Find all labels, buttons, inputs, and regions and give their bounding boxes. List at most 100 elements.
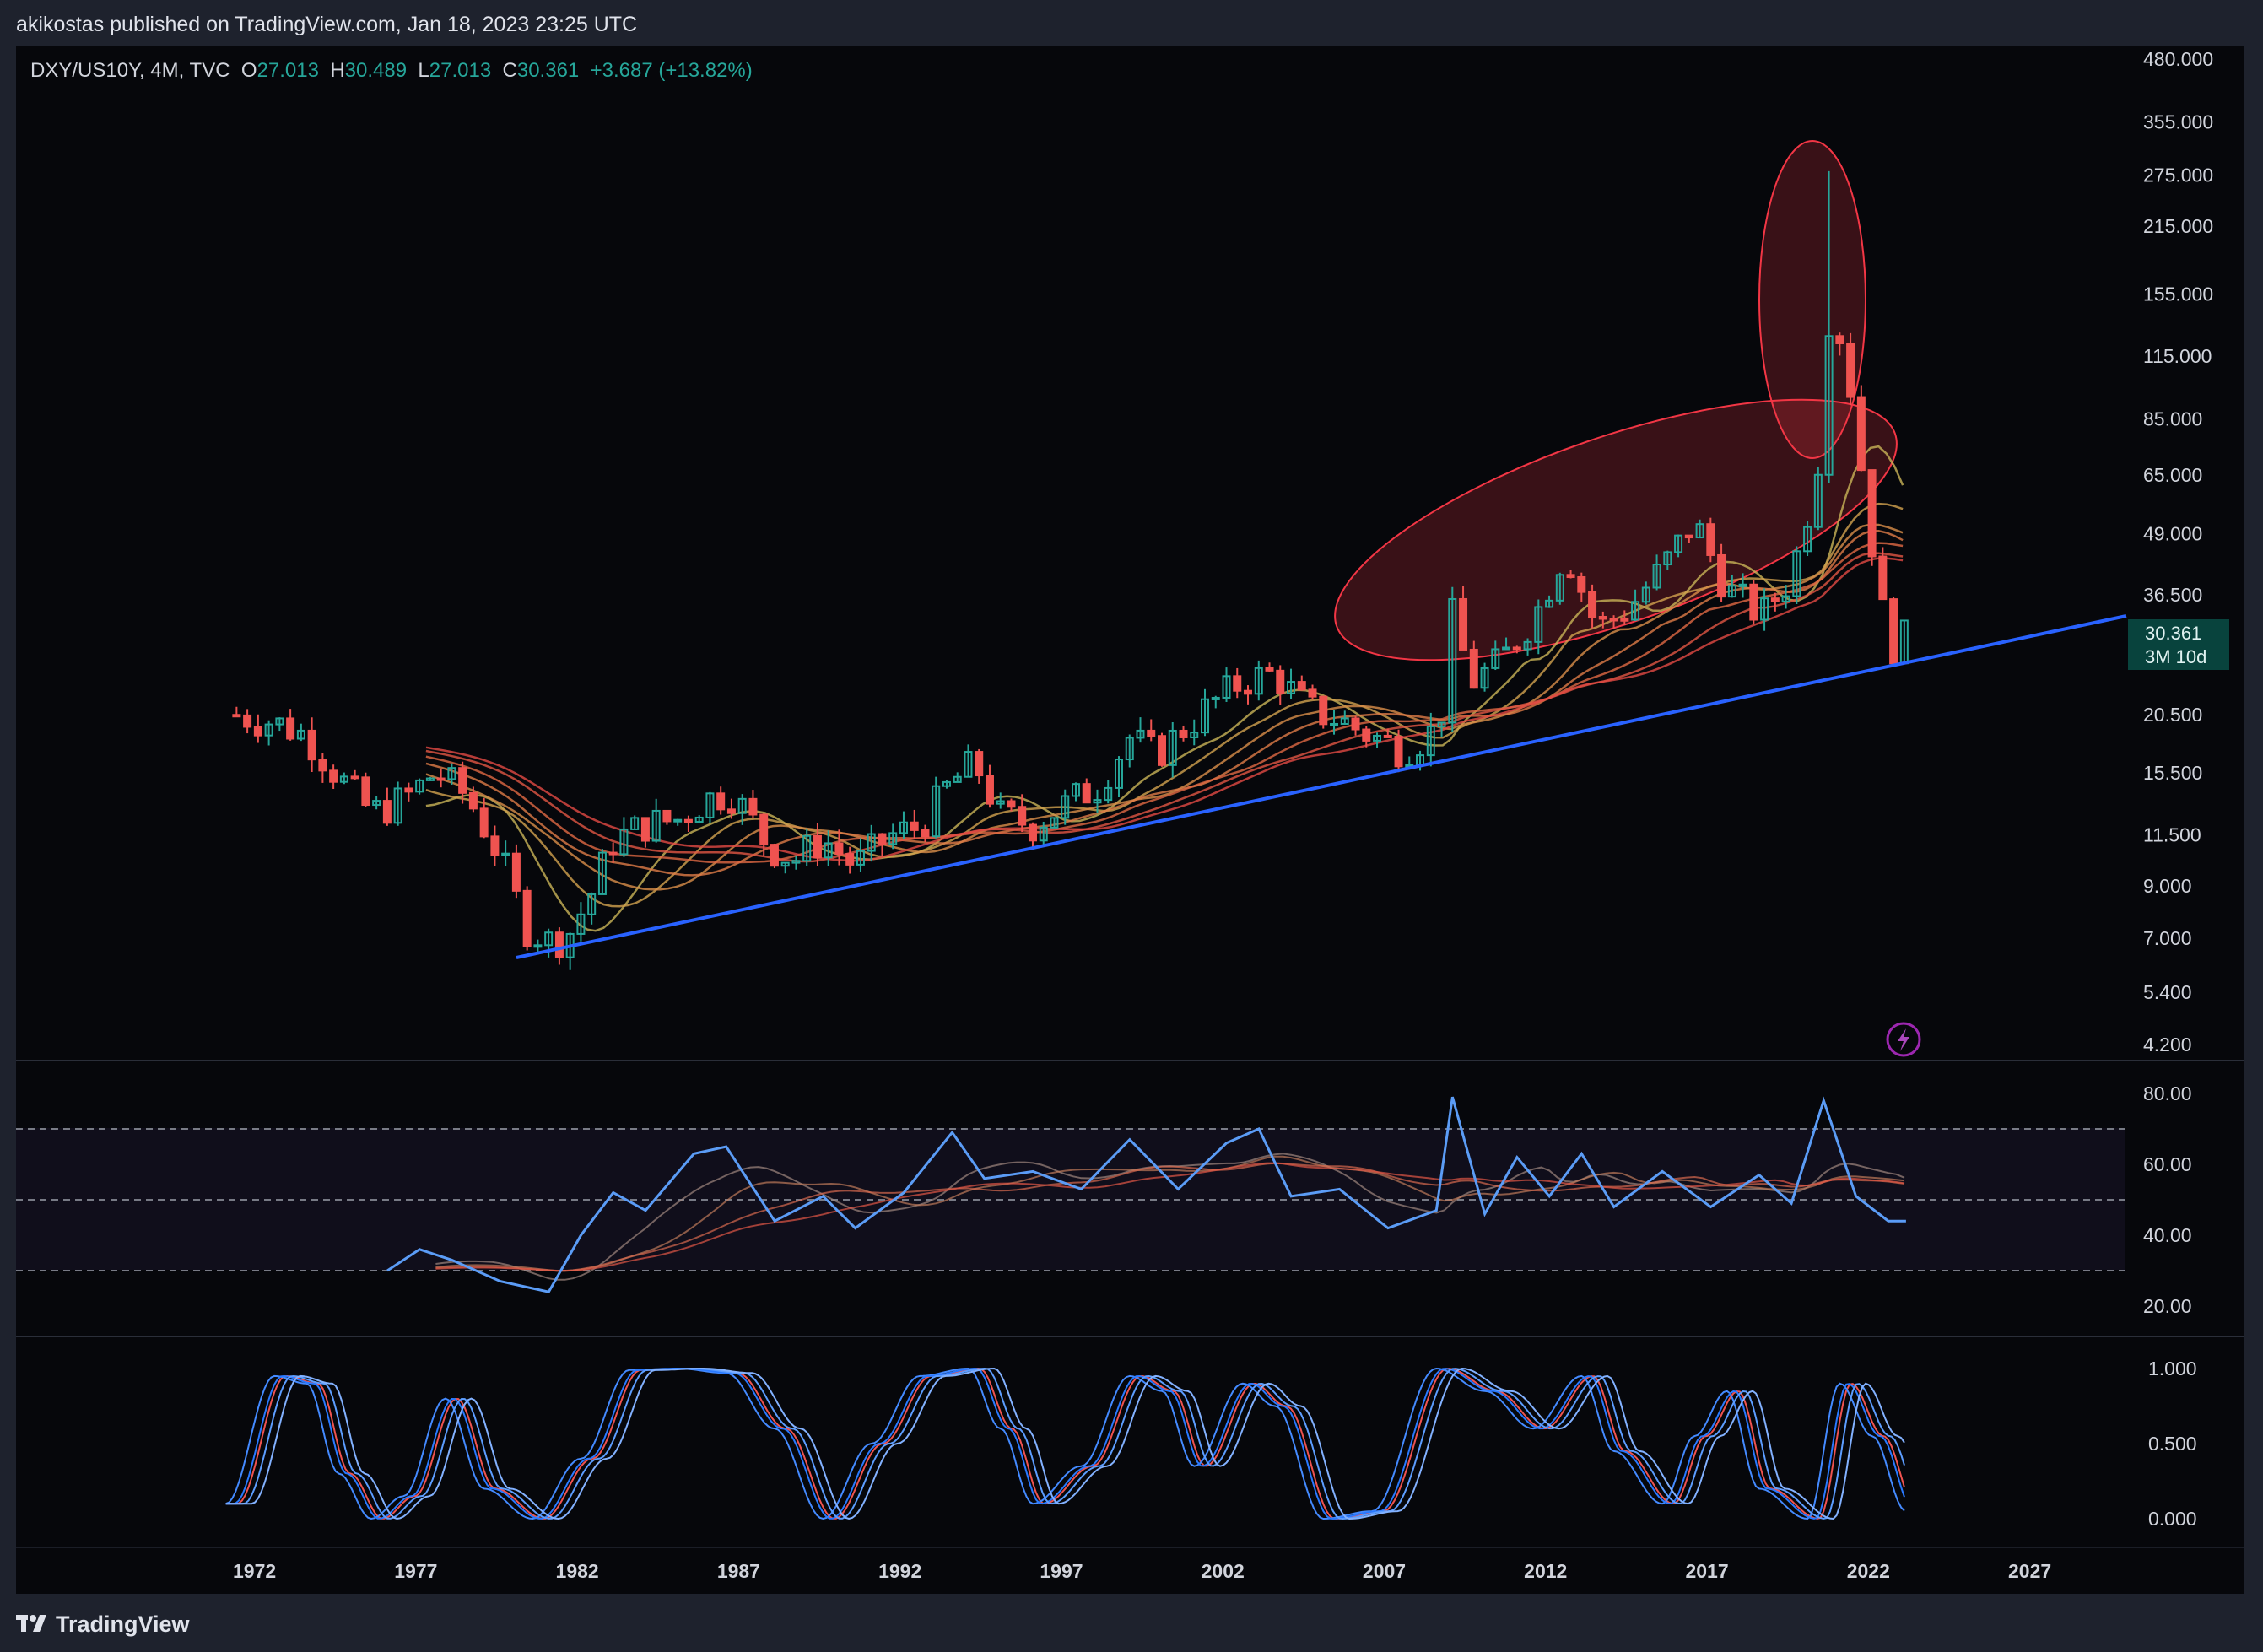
candle-body[interactable] xyxy=(845,853,855,866)
stochastic-panel[interactable] xyxy=(225,1367,1905,1520)
candle-body[interactable] xyxy=(813,834,822,859)
candle-body[interactable] xyxy=(975,751,984,777)
candle-body[interactable] xyxy=(436,777,446,781)
price-badge-countdown: 3M 10d xyxy=(2145,646,2206,667)
candle-body[interactable] xyxy=(683,818,693,823)
candle-body[interactable] xyxy=(1609,618,1618,622)
candle-body[interactable] xyxy=(1362,728,1371,742)
candle-body[interactable] xyxy=(1330,722,1339,726)
candle-body[interactable] xyxy=(1835,335,1844,344)
candle-body[interactable] xyxy=(1276,669,1285,694)
candle-body[interactable] xyxy=(1265,667,1274,672)
candle-body[interactable] xyxy=(1233,675,1242,692)
candle-body[interactable] xyxy=(1007,800,1016,808)
candle-body[interactable] xyxy=(1566,574,1575,578)
candle-body[interactable] xyxy=(1211,696,1220,700)
candle-body[interactable] xyxy=(1749,583,1758,621)
candle-body[interactable] xyxy=(404,787,413,793)
candle-body[interactable] xyxy=(501,852,510,856)
candle-body[interactable] xyxy=(554,931,564,958)
candle-body[interactable] xyxy=(1878,555,1888,601)
candle-body[interactable] xyxy=(985,775,994,805)
footer-bar xyxy=(0,1595,2263,1652)
candle-body[interactable] xyxy=(1512,646,1521,651)
candle-body[interactable] xyxy=(1598,616,1607,620)
candle-body[interactable] xyxy=(382,800,392,824)
candle-body[interactable] xyxy=(673,818,683,823)
candle-body[interactable] xyxy=(1770,597,1780,602)
candle-body[interactable] xyxy=(1319,695,1328,726)
rsi-axis[interactable]: 80.00 60.00 40.00 20.00 xyxy=(2143,1082,2192,1317)
candle-body[interactable] xyxy=(1308,688,1317,698)
candle-body[interactable] xyxy=(253,726,262,737)
candle-body[interactable] xyxy=(1394,736,1403,768)
candle-body[interactable] xyxy=(662,809,672,823)
candle-body[interactable] xyxy=(1383,734,1392,738)
candle-body[interactable] xyxy=(1856,396,1866,472)
candle-body[interactable] xyxy=(1351,717,1360,731)
candle-body[interactable] xyxy=(307,729,316,761)
candles[interactable] xyxy=(232,170,1909,970)
price-axis[interactable]: 480.000 355.000 275.000 215.000 155.000 115.0… xyxy=(2143,48,2213,1055)
time-tick-label: 1997 xyxy=(1040,1560,1083,1582)
candle-body[interactable] xyxy=(1706,523,1715,556)
highlight-ellipse-peak[interactable] xyxy=(1758,140,1866,459)
candle-body[interactable] xyxy=(1684,534,1693,539)
candle-body[interactable] xyxy=(243,714,252,728)
stoch-line[interactable] xyxy=(225,1367,1905,1520)
candle-body[interactable] xyxy=(748,797,758,816)
candle-body[interactable] xyxy=(1082,783,1091,804)
candle-body[interactable] xyxy=(1846,342,1855,398)
candle-body[interactable] xyxy=(318,759,327,772)
stoch-tick-label: 0.500 xyxy=(2148,1433,2197,1455)
candle-body[interactable] xyxy=(770,844,779,867)
candle-body[interactable] xyxy=(640,817,650,842)
candle-body[interactable] xyxy=(759,813,769,846)
candle-body[interactable] xyxy=(834,842,844,856)
candle-body[interactable] xyxy=(1459,597,1468,651)
candle-body[interactable] xyxy=(1620,618,1629,622)
stochastic-axis[interactable]: 1.000 0.500 0.000 xyxy=(2148,1358,2197,1530)
candle-body[interactable] xyxy=(522,889,532,947)
candle-body[interactable] xyxy=(1028,823,1037,842)
candle-body[interactable] xyxy=(1738,583,1747,587)
candle-body[interactable] xyxy=(726,808,736,814)
chart-svg[interactable]: 480.000 355.000 275.000 215.000 155.000 115.0… xyxy=(0,0,2263,1652)
candle-body[interactable] xyxy=(1244,689,1253,695)
candle-body[interactable] xyxy=(329,769,338,783)
candle-body[interactable] xyxy=(878,833,887,845)
candle-body[interactable] xyxy=(1179,729,1188,738)
candle-body[interactable] xyxy=(921,829,930,838)
candle-body[interactable] xyxy=(1018,806,1027,826)
candle-body[interactable] xyxy=(1157,735,1166,766)
candle-body[interactable] xyxy=(1297,681,1306,691)
candle-body[interactable] xyxy=(608,851,618,856)
tradingview-brand[interactable]: TradingView xyxy=(56,1612,190,1638)
candle-body[interactable] xyxy=(716,792,726,811)
candle-body[interactable] xyxy=(910,821,919,831)
candle-body[interactable] xyxy=(1502,646,1511,651)
candle-body[interactable] xyxy=(479,807,489,838)
candle-body[interactable] xyxy=(361,776,370,807)
candle-body[interactable] xyxy=(511,852,521,892)
legend-c-label: C xyxy=(502,59,517,82)
candle-body[interactable] xyxy=(232,714,241,718)
support-trendline[interactable] xyxy=(516,614,2127,959)
candle-body[interactable] xyxy=(1889,598,1898,665)
candle-body[interactable] xyxy=(1147,729,1156,737)
candle-body[interactable] xyxy=(533,944,543,948)
candle-body[interactable] xyxy=(1469,648,1478,689)
candle-body[interactable] xyxy=(350,775,359,780)
legend-l-label: L xyxy=(418,59,429,82)
candle-body[interactable] xyxy=(286,717,295,740)
tradingview-logo-icon[interactable] xyxy=(16,1613,50,1633)
candle-body[interactable] xyxy=(458,767,467,794)
price-tick-label: 85.000 xyxy=(2143,408,2202,430)
time-axis[interactable]: 1972 1977 1982 1987 1992 1997 2002 2007 2012 2017… xyxy=(233,1560,2051,1582)
candle-body[interactable] xyxy=(490,835,500,856)
candle-body[interactable] xyxy=(468,791,478,810)
candle-body[interactable] xyxy=(1588,591,1597,618)
candle-body[interactable] xyxy=(1717,553,1726,598)
candle-body[interactable] xyxy=(1867,469,1877,558)
candle-body[interactable] xyxy=(1577,575,1586,593)
